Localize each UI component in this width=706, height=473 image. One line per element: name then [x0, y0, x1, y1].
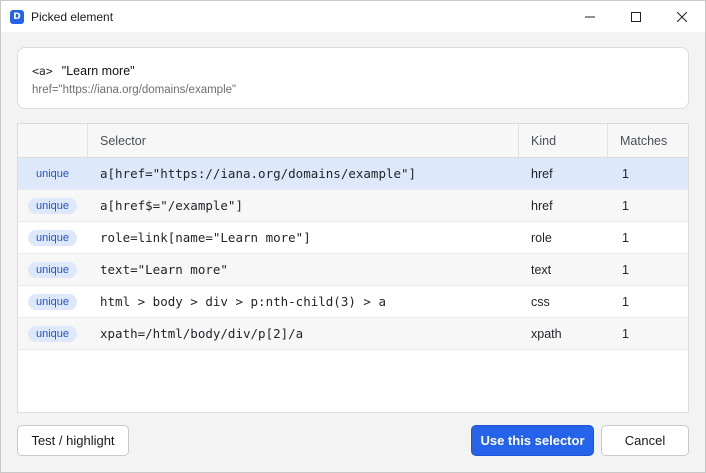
- table-row[interactable]: unique xpath=/html/body/div/p[2]/a xpath…: [18, 318, 688, 350]
- selector-text: role=link[name="Learn more"]: [100, 230, 311, 245]
- minimize-button[interactable]: [567, 1, 613, 32]
- match-count: 1: [622, 166, 629, 181]
- match-count: 1: [622, 294, 629, 309]
- match-count: 1: [622, 230, 629, 245]
- maximize-button[interactable]: [613, 1, 659, 32]
- selector-kind: text: [531, 262, 552, 277]
- selector-table: Selector Kind Matches unique a[href="htt…: [17, 123, 689, 413]
- window-title: Picked element: [31, 9, 114, 24]
- match-count: 1: [622, 198, 629, 213]
- app-icon: D: [10, 9, 24, 24]
- uniqueness-badge: unique: [28, 197, 78, 214]
- element-summary-card: <a> "Learn more" href="https://iana.org/…: [17, 47, 689, 109]
- uniqueness-badge: unique: [28, 325, 78, 342]
- match-count: 1: [622, 326, 629, 341]
- table-row[interactable]: unique html > body > div > p:nth-child(3…: [18, 286, 688, 318]
- close-button[interactable]: [659, 1, 705, 32]
- close-icon: [677, 11, 687, 22]
- table-header: Selector Kind Matches: [18, 124, 688, 158]
- minimize-icon: [585, 16, 595, 17]
- selector-kind: href: [531, 166, 553, 181]
- selector-text: html > body > div > p:nth-child(3) > a: [100, 294, 386, 309]
- uniqueness-badge: unique: [28, 261, 78, 278]
- selector-text: text="Learn more": [100, 262, 228, 277]
- uniqueness-badge: unique: [28, 293, 78, 310]
- maximize-icon: [631, 11, 641, 22]
- selector-text: a[href$="/example"]: [100, 198, 243, 213]
- element-text: "Learn more": [61, 64, 135, 78]
- cancel-button[interactable]: Cancel: [601, 425, 689, 456]
- element-tag: <a>: [32, 64, 53, 78]
- table-row[interactable]: unique role=link[name="Learn more"] role…: [18, 222, 688, 254]
- table-row[interactable]: unique a[href$="/example"] href 1: [18, 190, 688, 222]
- column-header-selector[interactable]: Selector: [88, 124, 519, 157]
- selector-text: xpath=/html/body/div/p[2]/a: [100, 326, 304, 341]
- window-controls: [567, 1, 705, 32]
- column-header-kind[interactable]: Kind: [519, 124, 608, 157]
- uniqueness-badge: unique: [28, 229, 78, 246]
- selector-text: a[href="https://iana.org/domains/example…: [100, 166, 417, 181]
- test-highlight-button[interactable]: Test / highlight: [17, 425, 129, 456]
- column-header-matches[interactable]: Matches: [608, 124, 688, 157]
- element-attribute: href="https://iana.org/domains/example": [32, 84, 237, 96]
- selector-kind: href: [531, 198, 553, 213]
- title-bar: D Picked element: [1, 1, 705, 32]
- selector-kind: xpath: [531, 326, 562, 341]
- selector-kind: css: [531, 294, 550, 309]
- table-row[interactable]: unique text="Learn more" text 1: [18, 254, 688, 286]
- table-row[interactable]: unique a[href="https://iana.org/domains/…: [18, 158, 688, 190]
- use-selector-button[interactable]: Use this selector: [471, 425, 594, 456]
- column-header-badge: [18, 124, 88, 157]
- selector-kind: role: [531, 230, 552, 245]
- uniqueness-badge: unique: [36, 167, 70, 180]
- match-count: 1: [622, 262, 629, 277]
- picked-element-dialog: D Picked element <a> "Learn more" href="…: [0, 0, 706, 473]
